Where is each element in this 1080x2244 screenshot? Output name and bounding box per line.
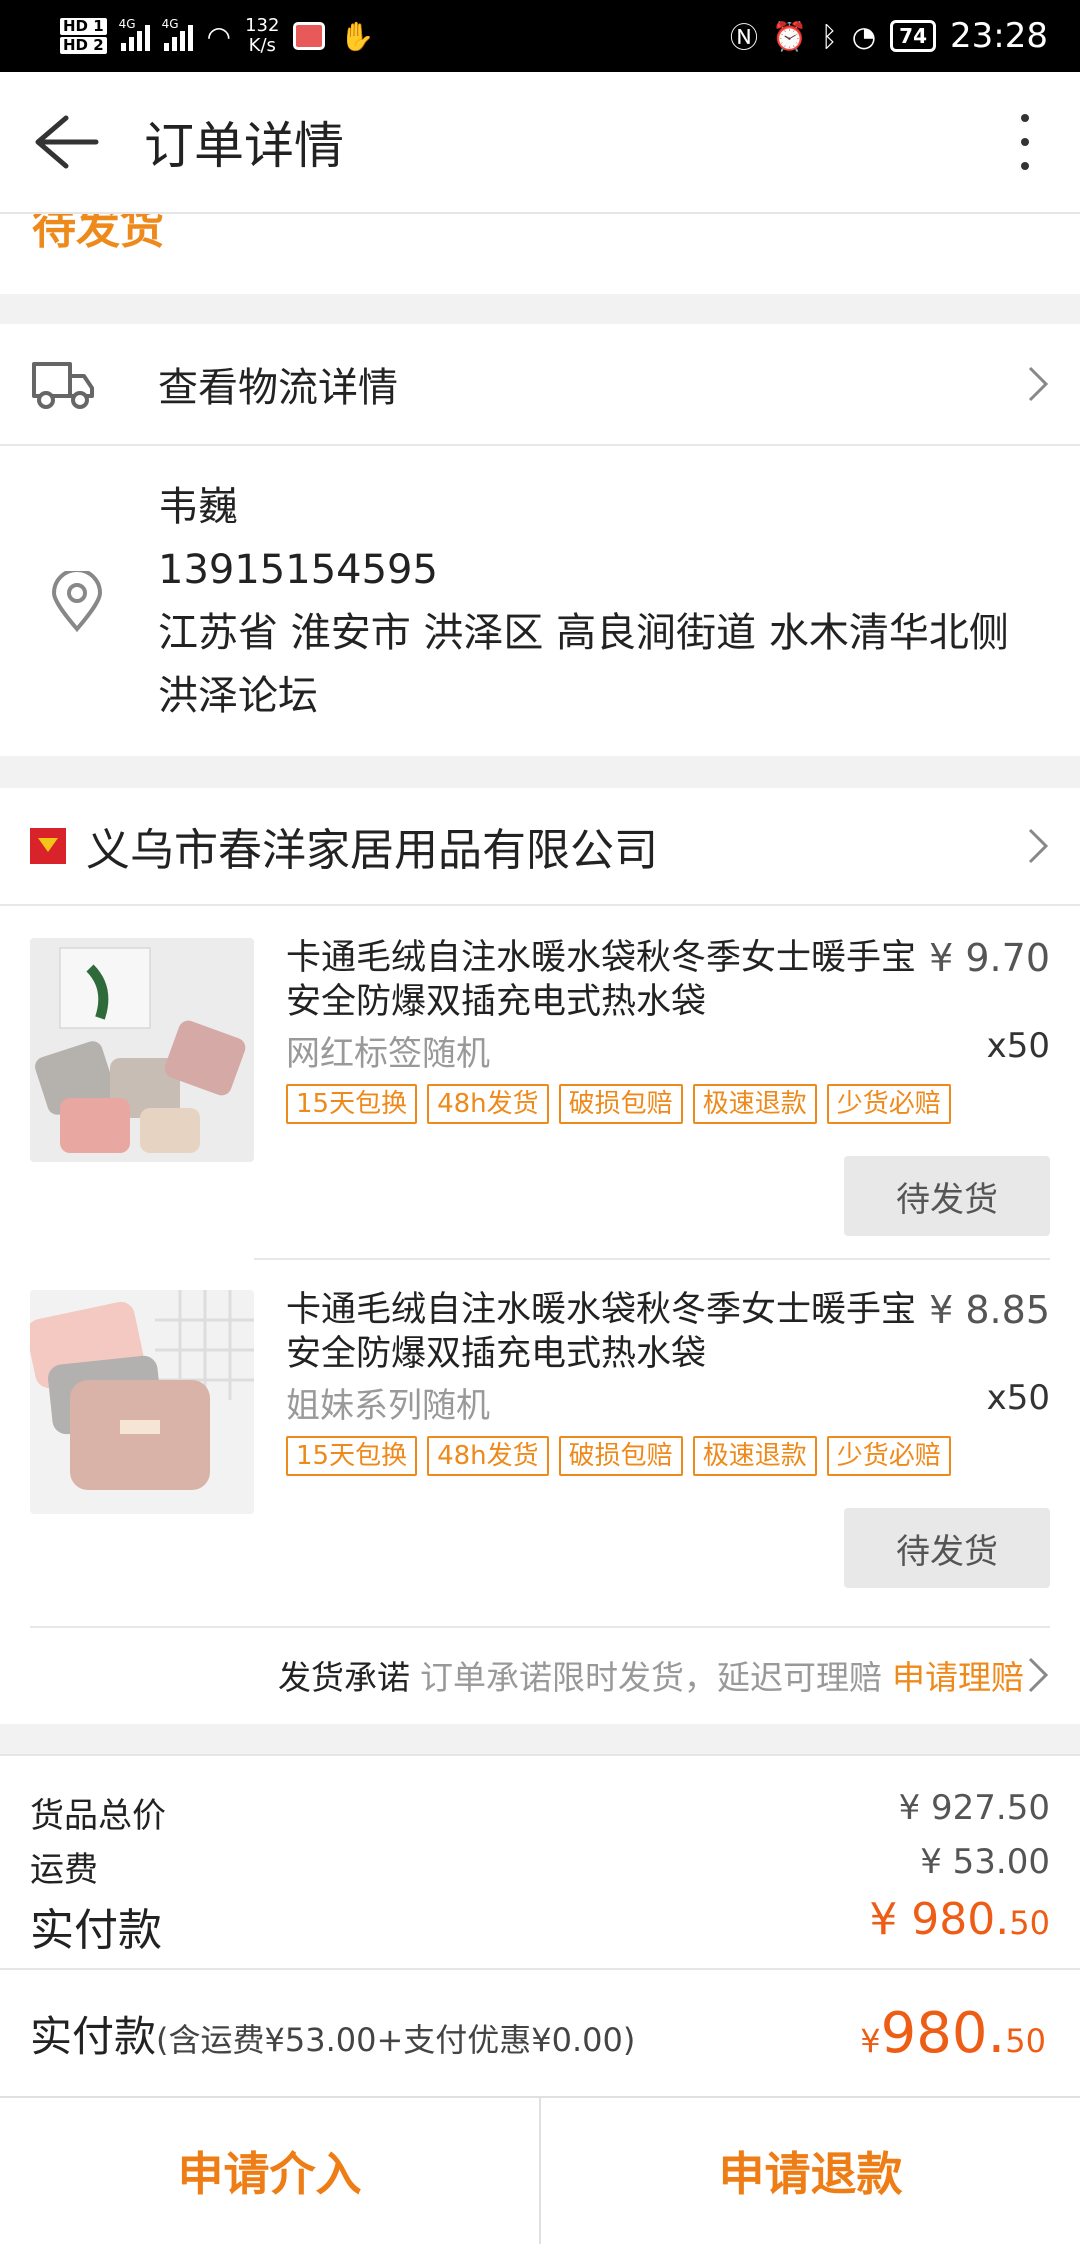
- shop-row[interactable]: 义乌市春洋家居用品有限公司: [0, 788, 1080, 906]
- back-arrow-icon: [35, 115, 99, 169]
- product-price: ¥ 9.70: [929, 936, 1050, 980]
- address-line-2: 洪泽论坛: [158, 673, 318, 719]
- app-notification-icon: [293, 22, 326, 50]
- product-title: 卡通毛绒自注水暖水袋秋冬季女士暖手宝安全防爆双插充电式热水袋: [286, 1290, 917, 1374]
- service-tag: 破损包赔: [558, 1084, 683, 1124]
- goods-total-label: 货品总价: [30, 1796, 166, 1836]
- item-status-button[interactable]: 待发货: [844, 1156, 1050, 1236]
- network-speed: 132 K/s: [245, 16, 279, 56]
- location-pin-icon: [51, 571, 103, 633]
- request-refund-button[interactable]: 申请退款: [539, 2098, 1080, 2244]
- summary-amount-main: 980.: [880, 2000, 1006, 2066]
- summary-label: 实付款: [30, 2011, 157, 2061]
- speedometer-icon: ◔: [851, 19, 877, 53]
- hand-icon: ✋: [339, 19, 375, 53]
- shipping-fee-label: 运费: [30, 1850, 98, 1890]
- network-type-label: 4G: [118, 17, 136, 31]
- service-tag: 15天包换: [286, 1436, 418, 1476]
- hd-indicator: HD 1 HD 2: [60, 17, 107, 55]
- logistics-row[interactable]: 查看物流详情: [0, 324, 1080, 446]
- item-status-button[interactable]: 待发货: [844, 1508, 1050, 1588]
- hd2-label: HD 2: [60, 37, 107, 54]
- recipient-name: 韦巍: [158, 484, 238, 530]
- paid-amount-label: 实付款: [30, 1905, 162, 1956]
- chevron-right-icon: [1028, 1657, 1049, 1693]
- paid-amount-main: ¥ 980.: [869, 1894, 1010, 1945]
- summary-currency: ¥: [860, 2021, 881, 2060]
- order-items-card: 义乌市春洋家居用品有限公司 卡通毛绒自注水暖水袋秋冬季女士暖手宝安全防爆双插充电…: [0, 788, 1080, 1724]
- recipient-phone: 13915154595: [158, 547, 438, 593]
- bluetooth-icon: ᛒ: [820, 19, 838, 53]
- promise-description: 订单承诺限时发货，延迟可理赔: [420, 1658, 882, 1697]
- claim-link[interactable]: 申请理赔: [892, 1651, 1024, 1699]
- address-line-1: 江苏省 淮安市 洪泽区 高良涧街道 水木清华北侧: [158, 610, 1009, 656]
- service-tag: 48h发货: [427, 1436, 549, 1476]
- goods-total-row: 货品总价 ¥ 927.50: [30, 1788, 1050, 1837]
- summary-amount-cents: 50: [1005, 2021, 1046, 2060]
- paid-amount-value: ¥ 980.50: [869, 1894, 1050, 1958]
- product-quantity: x50: [986, 1378, 1050, 1418]
- bottom-action-bar: 申请介入 申请退款: [0, 2096, 1080, 2244]
- order-status-strip: 待发货: [0, 214, 1080, 294]
- network-type-label-2: 4G: [161, 17, 179, 31]
- shop-name: 义乌市春洋家居用品有限公司: [86, 825, 658, 876]
- shipping-fee-row: 运费 ¥ 53.00: [30, 1842, 1050, 1891]
- shipping-fee-value: ¥ 53.00: [920, 1842, 1050, 1882]
- price-totals: 货品总价 ¥ 927.50 运费 ¥ 53.00 实付款 ¥ 980.50: [0, 1754, 1080, 1968]
- shop-logo-icon: [30, 828, 66, 864]
- product-thumbnail[interactable]: [30, 1290, 254, 1514]
- service-tag: 48h发货: [427, 1084, 549, 1124]
- battery-indicator: 74: [890, 20, 937, 52]
- chevron-right-icon: [1028, 828, 1049, 864]
- order-status-text: 待发货: [32, 214, 164, 254]
- service-tags: 15天包换 48h发货 破损包赔 极速退款 少货必赔: [286, 1084, 951, 1124]
- address-block: 韦巍 13915154595 江苏省 淮安市 洪泽区 高良涧街道 水木清华北侧 …: [0, 446, 1080, 758]
- chevron-right-icon: [1028, 366, 1049, 402]
- more-dot-icon: [1021, 114, 1029, 122]
- clock: 23:28: [950, 16, 1048, 56]
- page-title: 订单详情: [144, 117, 344, 175]
- payment-summary: 实付款(含运费¥53.00+支付优惠¥0.00) ¥980.50: [0, 1968, 1080, 2096]
- product-price: ¥ 8.85: [929, 1288, 1050, 1332]
- service-tag: 极速退款: [692, 1436, 817, 1476]
- product-quantity: x50: [986, 1026, 1050, 1066]
- order-item[interactable]: 卡通毛绒自注水暖水袋秋冬季女士暖手宝安全防爆双插充电式热水袋 ¥ 8.85 姐妹…: [0, 1258, 1080, 1610]
- more-dot-icon: [1021, 162, 1029, 170]
- order-item[interactable]: 卡通毛绒自注水暖水袋秋冬季女士暖手宝安全防爆双插充电式热水袋 ¥ 9.70 网红…: [0, 906, 1080, 1258]
- status-bar: HD 1 HD 2 4G 4G ◠ 132 K/s ✋ Ⓝ ⏰ ᛒ ◔ 74 2…: [0, 0, 1080, 72]
- paid-amount-row: 实付款 ¥ 980.50: [30, 1894, 1050, 1958]
- service-tags: 15天包换 48h发货 破损包赔 极速退款 少货必赔: [286, 1436, 951, 1476]
- product-spec: 网红标签随机: [286, 1034, 490, 1074]
- signal-icon: 4G: [119, 17, 150, 51]
- hd1-label: HD 1: [60, 18, 107, 35]
- service-tag: 破损包赔: [558, 1436, 683, 1476]
- delivery-card: 查看物流详情 韦巍 13915154595 江苏省 淮安市 洪泽区 高良涧街道 …: [0, 324, 1080, 756]
- logistics-label: 查看物流详情: [158, 365, 398, 411]
- wifi-icon: ◠: [206, 19, 232, 53]
- product-title: 卡通毛绒自注水暖水袋秋冬季女士暖手宝安全防爆双插充电式热水袋: [286, 938, 917, 1022]
- app-header: 订单详情: [0, 72, 1080, 214]
- product-spec: 姐妹系列随机: [286, 1386, 490, 1426]
- more-options-button[interactable]: [970, 72, 1080, 212]
- speed-unit: K/s: [248, 35, 276, 56]
- promise-label: 发货承诺: [278, 1658, 410, 1697]
- request-intervention-button[interactable]: 申请介入: [0, 2098, 539, 2244]
- signal-icon-2: 4G: [162, 17, 193, 51]
- truck-icon: [32, 362, 94, 409]
- shipping-promise-row[interactable]: 发货承诺 订单承诺限时发货，延迟可理赔 申请理赔: [30, 1626, 1050, 1722]
- summary-amount: ¥980.50: [860, 2001, 1046, 2066]
- service-tag: 15天包换: [286, 1084, 418, 1124]
- paid-amount-cents: 50: [1009, 1904, 1050, 1942]
- product-thumbnail[interactable]: [30, 938, 254, 1162]
- goods-total-value: ¥ 927.50: [898, 1788, 1050, 1828]
- alarm-icon: ⏰: [772, 19, 807, 53]
- summary-note: (含运费¥53.00+支付优惠¥0.00): [156, 2020, 636, 2059]
- service-tag: 少货必赔: [826, 1084, 951, 1124]
- service-tag: 少货必赔: [826, 1436, 951, 1476]
- more-dot-icon: [1021, 138, 1029, 146]
- speed-value: 132: [245, 15, 280, 36]
- back-button[interactable]: [0, 72, 130, 212]
- service-tag: 极速退款: [692, 1084, 817, 1124]
- nfc-icon: Ⓝ: [730, 21, 759, 54]
